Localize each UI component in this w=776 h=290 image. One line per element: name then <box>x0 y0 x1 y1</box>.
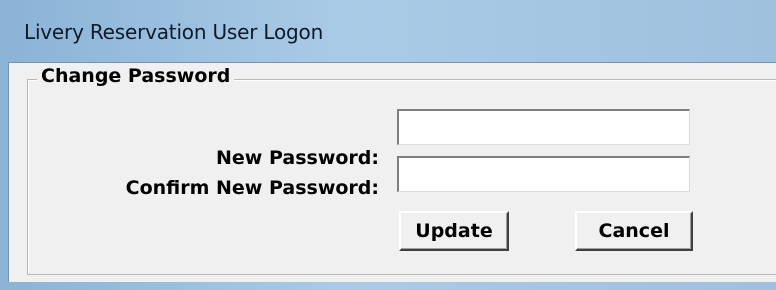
group-legend: Change Password <box>37 65 235 87</box>
update-button[interactable]: Update <box>399 211 509 251</box>
confirm-password-input[interactable] <box>397 156 690 192</box>
confirm-password-label: Confirm New Password: <box>125 177 379 199</box>
dialog-client-area: Change Password New Password: Confirm Ne… <box>8 62 776 282</box>
cancel-button[interactable]: Cancel <box>575 211 693 251</box>
new-password-input[interactable] <box>397 109 690 145</box>
title-bar[interactable]: Livery Reservation User Logon <box>0 0 776 62</box>
dialog-window: Livery Reservation User Logon Change Pas… <box>0 0 776 290</box>
window-title: Livery Reservation User Logon <box>24 20 324 44</box>
new-password-label: New Password: <box>216 147 379 169</box>
